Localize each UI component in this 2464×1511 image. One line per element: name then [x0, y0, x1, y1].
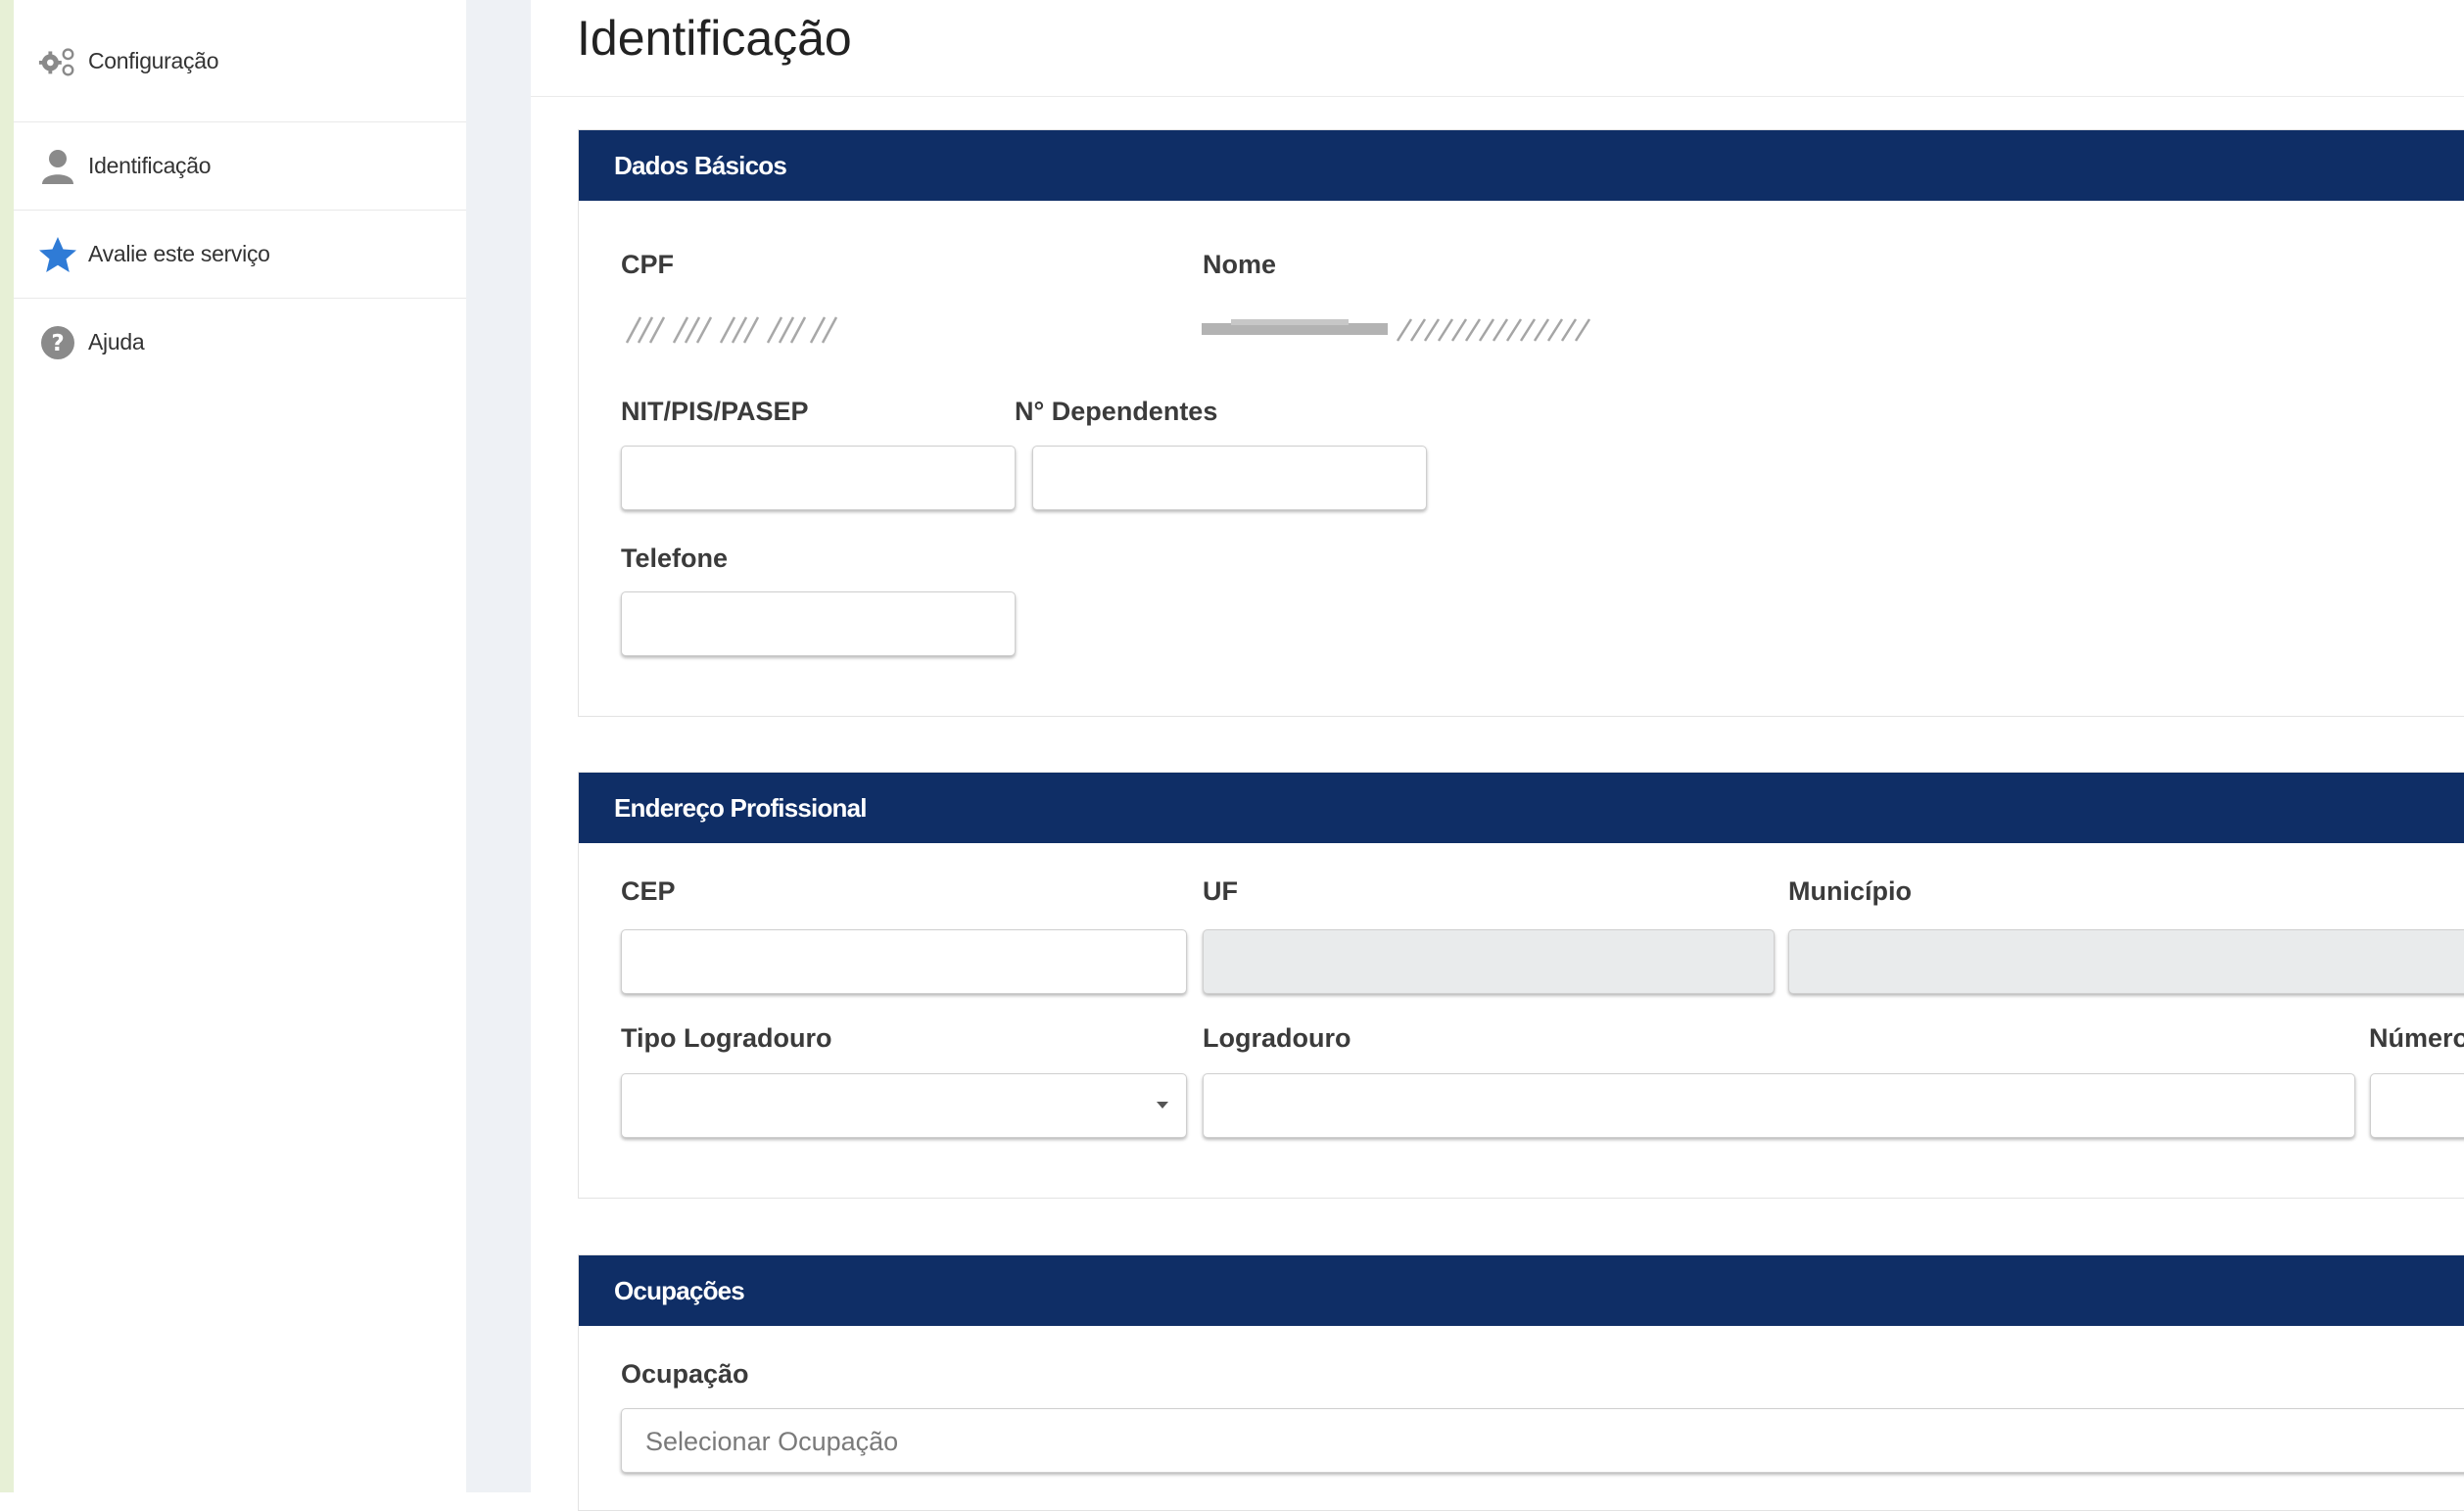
sidebar: Configuração Identificação Avalie este s… — [14, 0, 467, 1492]
ocupacao-select[interactable]: Selecionar Ocupação — [621, 1408, 2464, 1473]
nit-label: NIT/PIS/PASEP — [621, 397, 809, 426]
gears-icon — [37, 40, 78, 81]
panel-endereco-profissional: Endereço Profissional CEP UF Município T… — [578, 772, 2464, 1199]
panel-header: Dados Básicos — [579, 130, 2464, 201]
panel-header: Ocupações — [579, 1255, 2464, 1326]
sidebar-item-label: Configuração — [88, 47, 219, 73]
sidebar-item-avalie[interactable]: Avalie este serviço — [14, 211, 466, 299]
tipo-logradouro-label: Tipo Logradouro — [621, 1023, 832, 1053]
page-title: Identificação — [577, 11, 852, 66]
panel-ocupacoes: Ocupações Ocupação Selecionar Ocupação — [578, 1254, 2464, 1511]
cep-label: CEP — [621, 876, 676, 906]
nit-input[interactable] — [621, 446, 1016, 510]
sidebar-item-ajuda[interactable]: ? Ajuda — [14, 299, 466, 386]
main-content: Identificação Dados Básicos CPF Nome NIT… — [531, 0, 2464, 1511]
user-icon — [37, 146, 78, 187]
uf-label: UF — [1203, 876, 1238, 906]
help-icon: ? — [37, 322, 78, 363]
numero-label: Número — [2369, 1023, 2464, 1053]
municipio-input — [1788, 929, 2464, 994]
cep-input[interactable] — [621, 929, 1187, 994]
content-gutter — [466, 0, 531, 1492]
municipio-label: Município — [1788, 876, 1912, 906]
nome-value-redacted — [1202, 318, 1591, 342]
sidebar-item-label: Identificação — [88, 153, 212, 178]
cpf-value-redacted — [625, 316, 838, 344]
telefone-input[interactable] — [621, 591, 1016, 656]
sidebar-item-identificacao[interactable]: Identificação — [14, 122, 466, 211]
dependentes-input[interactable] — [1032, 446, 1427, 510]
ocupacao-placeholder: Selecionar Ocupação — [645, 1427, 899, 1456]
panel-dados-basicos: Dados Básicos CPF Nome NIT/PIS/PASEP N° … — [578, 129, 2464, 717]
tipo-logradouro-select[interactable] — [621, 1073, 1187, 1138]
sidebar-item-configuracao[interactable]: Configuração — [14, 0, 466, 122]
dependentes-label: N° Dependentes — [1015, 397, 1218, 426]
logradouro-input[interactable] — [1203, 1073, 2355, 1138]
star-icon — [37, 234, 78, 275]
title-divider — [531, 96, 2464, 97]
panel-header: Endereço Profissional — [579, 773, 2464, 843]
nome-label: Nome — [1203, 250, 1277, 279]
sidebar-item-label: Avalie este serviço — [88, 241, 270, 266]
numero-input[interactable] — [2370, 1073, 2464, 1138]
chevron-down-icon — [1157, 1102, 1168, 1109]
telefone-label: Telefone — [621, 543, 729, 573]
logradouro-label: Logradouro — [1203, 1023, 1351, 1053]
sidebar-item-label: Ajuda — [88, 329, 145, 354]
svg-text:?: ? — [51, 331, 64, 356]
ocupacao-label: Ocupação — [621, 1359, 749, 1389]
uf-input — [1203, 929, 1775, 994]
cpf-label: CPF — [621, 250, 674, 279]
left-accent-strip — [0, 0, 14, 1492]
